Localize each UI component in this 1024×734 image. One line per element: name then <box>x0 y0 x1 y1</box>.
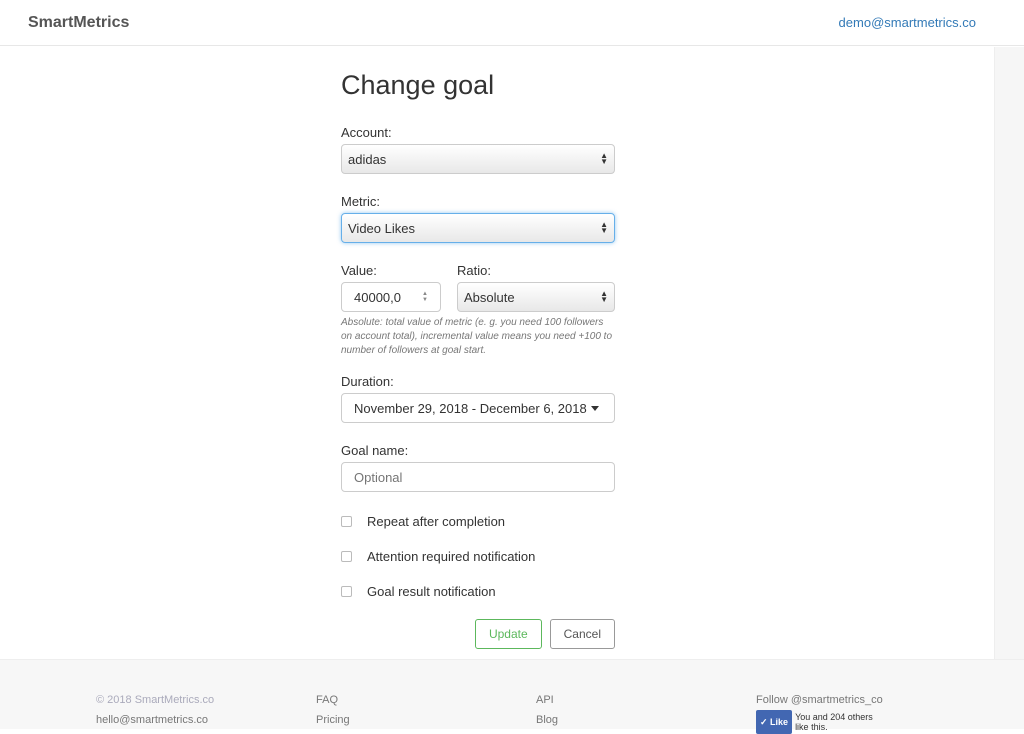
metric-label: Metric: <box>341 194 380 209</box>
repeat-checkbox[interactable]: Repeat after completion <box>341 514 615 529</box>
cancel-button[interactable]: Cancel <box>549 619 615 649</box>
copyright: © 2018 SmartMetrics.co <box>96 694 215 706</box>
attention-checkbox[interactable]: Attention required notification <box>341 549 615 564</box>
account-select[interactable]: adidas ▲ ▼ <box>341 144 615 174</box>
contact-email-link[interactable]: hello@smartmetrics.co <box>96 710 214 730</box>
blog-link[interactable]: Blog <box>536 710 558 730</box>
checkbox-label: Attention required notification <box>367 549 536 564</box>
select-arrows-icon: ▲ ▼ <box>600 151 608 166</box>
value-input[interactable]: 40000,0 ▲ ▼ <box>341 282 441 312</box>
scrollbar[interactable] <box>994 47 1024 659</box>
footer: © 2018 SmartMetrics.co hello@smartmetrics… <box>0 659 1024 734</box>
like-count-text: You and 204 others like this. <box>795 712 873 732</box>
metric-select[interactable]: Video Likes ▲ ▼ <box>341 213 615 243</box>
value-text: 40000,0 <box>354 289 401 305</box>
value-label: Value: <box>341 263 377 278</box>
goal-result-checkbox[interactable]: Goal result notification <box>341 584 615 599</box>
duration-label: Duration: <box>341 374 394 389</box>
user-menu[interactable]: demo@smartmetrics.co <box>839 14 976 32</box>
caret-down-icon <box>590 405 599 411</box>
goal-name-input[interactable] <box>341 462 615 492</box>
page-title: Change goal <box>341 70 495 100</box>
checkbox-icon[interactable] <box>341 551 352 562</box>
duration-picker[interactable]: November 29, 2018 - December 6, 2018 <box>341 393 615 423</box>
checkbox-label: Repeat after completion <box>367 514 506 529</box>
brand-logo[interactable]: SmartMetrics <box>28 14 129 32</box>
follow-twitter-link[interactable]: Follow @smartmetrics_co <box>756 690 885 710</box>
change-goal-form: Change goal Account: adidas ▲ ▼ Metric: Vi… <box>341 70 615 649</box>
duration-value: November 29, 2018 - December 6, 2018 <box>354 400 587 416</box>
ratio-help-text: Absolute: total value of metric (e. g. y… <box>341 317 613 356</box>
spinner-icon[interactable]: ▲ ▼ <box>422 291 428 303</box>
ratio-select[interactable]: Absolute ▲ ▼ <box>457 282 615 312</box>
metric-value: Video Likes <box>348 220 415 236</box>
update-button[interactable]: Update <box>474 619 542 649</box>
select-arrows-icon: ▲ ▼ <box>600 220 608 235</box>
account-value: adidas <box>348 151 387 167</box>
goal-name-label: Goal name: <box>341 443 409 458</box>
navbar: SmartMetrics demo@smartmetrics.co <box>0 0 1024 46</box>
ratio-value: Absolute <box>464 289 515 305</box>
facebook-like-button[interactable]: ✓ Like <box>756 710 793 734</box>
checkbox-label: Goal result notification <box>367 584 496 599</box>
account-label: Account: <box>341 125 392 140</box>
ratio-label: Ratio: <box>457 263 491 278</box>
pricing-link[interactable]: Pricing <box>316 710 350 730</box>
faq-link[interactable]: FAQ <box>316 690 350 710</box>
api-link[interactable]: API <box>536 690 558 710</box>
checkbox-icon[interactable] <box>341 516 352 527</box>
select-arrows-icon: ▲ ▼ <box>600 289 608 304</box>
user-email: demo@smartmetrics.co <box>838 14 976 30</box>
checkbox-icon[interactable] <box>341 586 352 597</box>
